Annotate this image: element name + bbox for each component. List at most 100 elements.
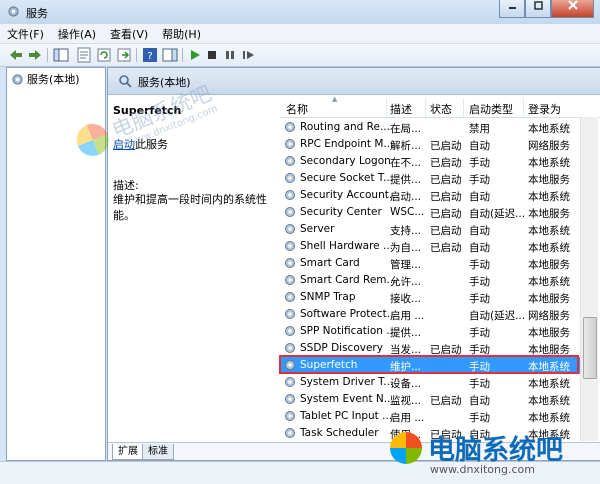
toolbar: ? bbox=[0, 44, 600, 67]
service-status: 已启动 bbox=[430, 140, 462, 152]
export-list-icon[interactable] bbox=[116, 47, 132, 63]
minimize-button[interactable] bbox=[499, 0, 525, 18]
column-header-status[interactable]: 状态 bbox=[430, 101, 452, 117]
service-description: 启用 ... bbox=[390, 412, 425, 424]
service-gear-icon bbox=[285, 224, 295, 234]
column-header-name[interactable]: 名称 bbox=[286, 101, 308, 117]
table-row[interactable]: Smart Card 管理... 手动 本地服务 bbox=[280, 255, 580, 272]
service-startup-type: 手动 bbox=[469, 412, 490, 424]
close-icon bbox=[567, 0, 578, 10]
close-button[interactable] bbox=[551, 0, 594, 18]
brand-logo-icon bbox=[390, 432, 422, 464]
menu-action[interactable]: 操作(A) bbox=[51, 24, 103, 43]
services-gear-icon bbox=[8, 6, 19, 17]
menu-help[interactable]: 帮助(H) bbox=[155, 24, 208, 43]
service-logon-as: 本地系统 bbox=[528, 157, 570, 169]
service-name: Secure Socket T... bbox=[300, 172, 394, 184]
service-description: 提供... bbox=[390, 174, 422, 186]
service-startup-type: 手动 bbox=[469, 157, 490, 169]
service-gear-icon bbox=[285, 190, 295, 200]
help-icon[interactable]: ? bbox=[142, 47, 158, 63]
table-row[interactable]: Tablet PC Input ... 启用 ... 手动 本地系统 bbox=[280, 408, 580, 425]
service-gear-icon bbox=[285, 292, 295, 302]
service-description: 监视... bbox=[390, 395, 422, 407]
window-title: 服务 bbox=[26, 7, 48, 20]
tab-extended[interactable]: 扩展 bbox=[112, 444, 144, 460]
properties-icon[interactable] bbox=[76, 47, 92, 63]
service-logon-as: 网络服务 bbox=[528, 310, 570, 322]
column-header-row: ▲ 名称 描述 状态 启动类型 登录为 bbox=[280, 95, 600, 118]
table-row[interactable]: System Event N... 监视... 已启动 自动 本地系统 bbox=[280, 391, 580, 408]
table-row[interactable]: Security Center WSC... 已启动 自动(延迟... 本地服务 bbox=[280, 204, 580, 221]
refresh-icon[interactable] bbox=[96, 47, 112, 63]
service-gear-icon bbox=[285, 139, 295, 149]
service-startup-type: 自动 bbox=[469, 140, 490, 152]
forward-arrow-icon[interactable] bbox=[27, 47, 43, 63]
service-logon-as: 本地系统 bbox=[528, 225, 570, 237]
maximize-button[interactable] bbox=[525, 0, 551, 18]
service-gear-icon bbox=[285, 122, 295, 132]
service-startup-type: 手动 bbox=[469, 276, 490, 288]
service-status: 已启动 bbox=[430, 208, 462, 220]
table-row[interactable]: Security Account... 启动... 已启动 自动 本地系统 bbox=[280, 187, 580, 204]
tab-standard[interactable]: 标准 bbox=[142, 444, 174, 460]
service-name: Security Center bbox=[300, 206, 382, 218]
services-window: 服务 文件(F) 操作(A) 查看(V) 帮助(H) ? 服务(本地) 服务(本… bbox=[0, 0, 600, 484]
service-startup-type: 自动(延迟... bbox=[469, 310, 526, 322]
table-row[interactable]: Shell Hardware ... 为自... 已启动 自动 本地系统 bbox=[280, 238, 580, 255]
menu-view[interactable]: 查看(V) bbox=[103, 24, 155, 43]
pause-service-icon[interactable] bbox=[222, 47, 238, 63]
service-startup-type: 手动 bbox=[469, 293, 490, 305]
service-gear-icon bbox=[285, 173, 295, 183]
table-row[interactable]: Secure Socket T... 提供... 已启动 手动 本地服务 bbox=[280, 170, 580, 187]
table-row[interactable]: Superfetch 维护... 手动 本地系统 bbox=[279, 355, 580, 374]
services-gear-icon bbox=[12, 73, 23, 85]
service-startup-type: 自动 bbox=[469, 242, 490, 254]
table-row[interactable]: Server 支持... 已启动 自动 本地系统 bbox=[280, 221, 580, 238]
restart-service-icon[interactable] bbox=[240, 47, 256, 63]
service-gear-icon bbox=[285, 428, 295, 438]
service-gear-icon bbox=[285, 309, 295, 319]
service-description: 管理... bbox=[390, 259, 422, 271]
column-header-startup-type[interactable]: 启动类型 bbox=[469, 101, 513, 117]
service-status: 已启动 bbox=[430, 225, 462, 237]
table-row[interactable]: Software Protect... 启用 ... 自动(延迟... 网络服务 bbox=[280, 306, 580, 323]
tree-item-label: 服务(本地) bbox=[27, 73, 80, 86]
service-gear-icon bbox=[285, 241, 295, 251]
service-logon-as: 本地服务 bbox=[528, 259, 570, 271]
service-logon-as: 本地系统 bbox=[528, 191, 570, 203]
menu-bar: 文件(F) 操作(A) 查看(V) 帮助(H) bbox=[0, 24, 600, 44]
scrollbar-thumb[interactable] bbox=[583, 317, 597, 379]
column-header-logon-as[interactable]: 登录为 bbox=[528, 101, 561, 117]
vertical-scrollbar[interactable] bbox=[580, 117, 598, 441]
table-row[interactable]: System Driver T... 设备... 手动 本地系统 bbox=[280, 374, 580, 391]
brand-name: 电脑系统吧 bbox=[428, 435, 563, 466]
brand-url: www.dnxitong.com bbox=[430, 463, 535, 476]
back-arrow-icon[interactable] bbox=[8, 47, 24, 63]
show-hide-action-pane-icon[interactable] bbox=[162, 47, 178, 63]
title-bar[interactable]: 服务 bbox=[0, 0, 600, 24]
window-controls bbox=[499, 0, 594, 18]
column-header-description[interactable]: 描述 bbox=[390, 101, 412, 117]
table-row[interactable]: Routing and Re... 在局... 禁用 本地系统 bbox=[280, 119, 580, 136]
table-row[interactable]: Smart Card Rem... 允许... 手动 本地系统 bbox=[280, 272, 580, 289]
service-logon-as: 本地服务 bbox=[528, 327, 570, 339]
service-status: 已启动 bbox=[430, 157, 462, 169]
tree-item-services-local[interactable]: 服务(本地) bbox=[11, 71, 80, 87]
svg-text:?: ? bbox=[147, 51, 152, 62]
service-startup-type: 自动(延迟... bbox=[469, 208, 526, 220]
table-row[interactable]: SPP Notification ... 提供... 手动 本地服务 bbox=[280, 323, 580, 340]
table-row[interactable]: RPC Endpoint M... 解析... 已启动 自动 网络服务 bbox=[280, 136, 580, 153]
service-startup-type: 手动 bbox=[469, 327, 490, 339]
table-row[interactable]: Secondary Logon 在不... 已启动 手动 本地系统 bbox=[280, 153, 580, 170]
service-gear-icon bbox=[285, 326, 295, 336]
sort-ascending-icon: ▲ bbox=[332, 95, 338, 103]
start-service-play-icon[interactable] bbox=[187, 47, 203, 63]
console-tree-icon[interactable] bbox=[53, 47, 69, 63]
service-startup-type: 禁用 bbox=[469, 123, 490, 135]
service-name: System Driver T... bbox=[300, 376, 394, 388]
service-name: Smart Card bbox=[300, 257, 360, 269]
service-logon-as: 本地系统 bbox=[528, 123, 570, 135]
menu-file[interactable]: 文件(F) bbox=[0, 24, 51, 43]
table-row[interactable]: SNMP Trap 接收... 手动 本地服务 bbox=[280, 289, 580, 306]
